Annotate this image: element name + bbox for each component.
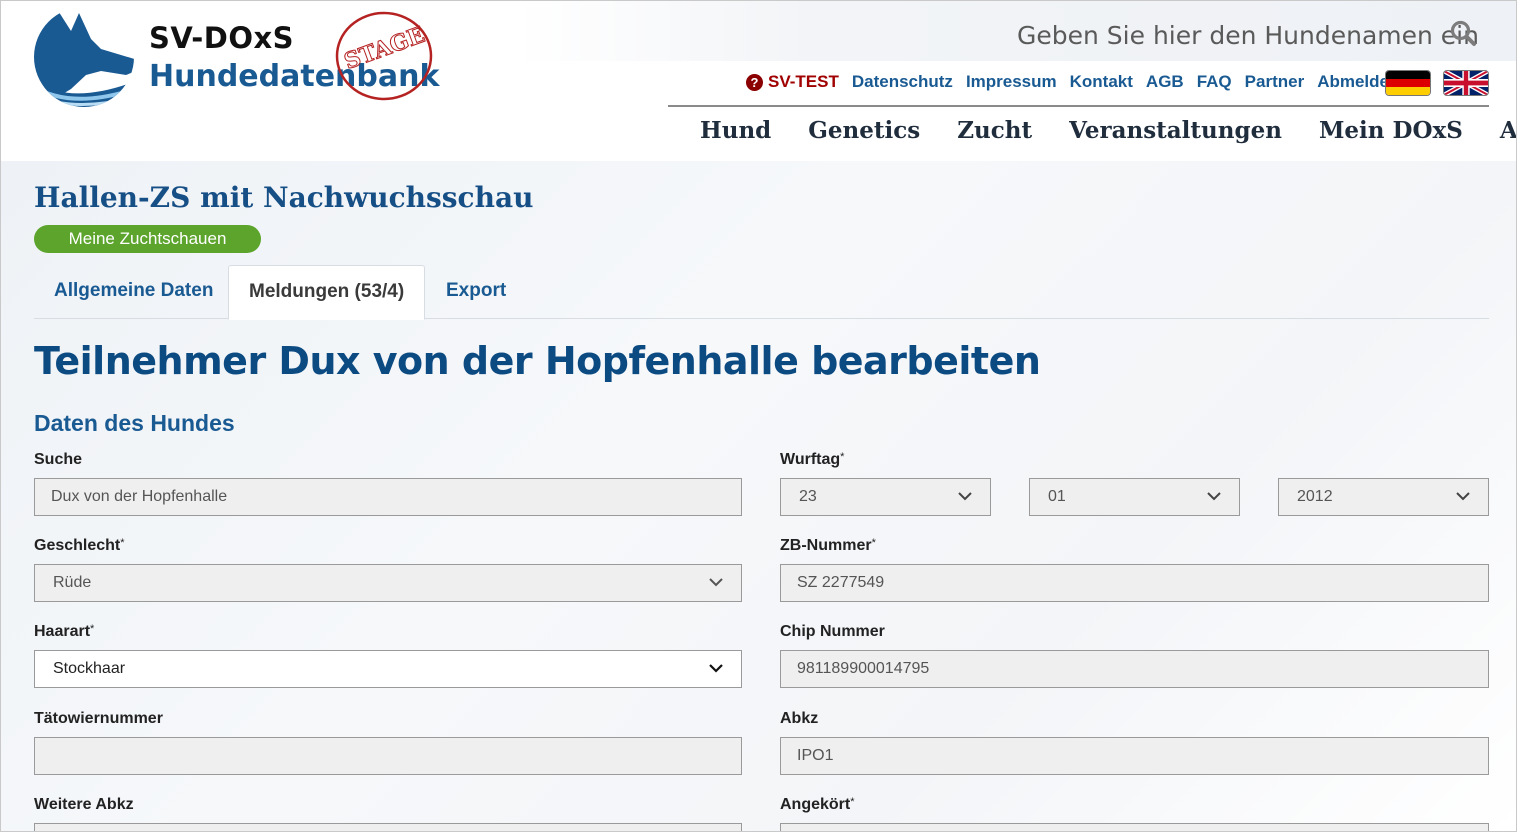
wurftag-day-value: 23 (799, 488, 817, 505)
stage-stamp-icon: STAGE (335, 11, 433, 101)
weitere-abkz-input[interactable] (34, 823, 742, 831)
dog-head-logo-icon (34, 9, 134, 107)
german-flag-icon[interactable] (1386, 71, 1430, 95)
question-icon: ? (746, 73, 763, 91)
weitere-abkz-label: Weitere Abkz (34, 796, 134, 813)
chip-nummer-label: Chip Nummer (780, 623, 885, 640)
tab-bar: Allgemeine Daten Meldungen (53/4) Export (34, 265, 1489, 320)
wurftag-label: Wurftag* (780, 451, 845, 468)
browser-viewport: SV-DOxS Hundedatenbank STAGE Geben Sie h… (0, 0, 1517, 832)
geschlecht-select[interactable]: Rüde (34, 564, 742, 602)
sv-test-link[interactable]: ? SV-TEST (746, 72, 839, 92)
wurftag-day-select[interactable]: 23 (780, 478, 991, 516)
zb-nummer-label: ZB-Nummer* (780, 537, 876, 554)
suche-label: Suche (34, 451, 83, 468)
wurftag-month-select[interactable]: 01 (1029, 478, 1240, 516)
angekoert-select[interactable] (780, 823, 1489, 831)
haarart-label: Haarart* (34, 623, 95, 640)
chevron-down-icon (709, 664, 723, 673)
nav-hund[interactable]: Hund (700, 117, 771, 144)
section-title: Daten des Hundes (34, 410, 235, 436)
chevron-down-icon (1207, 492, 1221, 501)
nav-veranstaltungen[interactable]: Veranstaltungen (1069, 117, 1282, 144)
chevron-down-icon (709, 578, 723, 587)
geschlecht-label: Geschlecht* (34, 537, 125, 554)
chevron-down-icon (1456, 492, 1470, 501)
site-header: SV-DOxS Hundedatenbank STAGE Geben Sie h… (1, 1, 1516, 161)
zb-nummer-input[interactable]: SZ 2277549 (780, 564, 1489, 602)
page-title: Teilnehmer Dux von der Hopfenhalle bearb… (34, 339, 1041, 383)
datenschutz-link[interactable]: Datenschutz (852, 72, 953, 92)
uk-flag-icon[interactable] (1444, 71, 1488, 95)
geschlecht-value: Rüde (53, 574, 92, 591)
chip-nummer-input[interactable]: 981189900014795 (780, 650, 1489, 688)
main-nav: Hund Genetics Zucht Veranstaltungen Mein… (700, 117, 1516, 144)
tab-meldungen[interactable]: Meldungen (53/4) (228, 265, 426, 320)
tab-export[interactable]: Export (446, 265, 506, 318)
haarart-select[interactable]: Stockhaar (34, 650, 742, 688)
partner-link[interactable]: Partner (1245, 72, 1305, 92)
taetowiernummer-label: Tätowiernummer (34, 710, 163, 727)
abkz-input[interactable]: IPO1 (780, 737, 1489, 775)
faq-link[interactable]: FAQ (1197, 72, 1232, 92)
search-placeholder: Geben Sie hier den Hundenamen ein (1017, 20, 1479, 50)
tab-allgemeine-daten[interactable]: Allgemeine Daten (54, 265, 213, 318)
wurftag-month-value: 01 (1048, 488, 1066, 505)
wurftag-year-value: 2012 (1297, 488, 1333, 505)
sv-test-label: SV-TEST (768, 72, 839, 91)
chevron-down-icon (958, 492, 972, 501)
meine-zuchtschauen-button[interactable]: Meine Zuchtschauen (34, 225, 261, 253)
abkz-label: Abkz (780, 710, 819, 727)
event-title: Hallen-ZS mit Nachwuchsschau (34, 181, 534, 214)
search-icon[interactable] (1449, 19, 1477, 47)
nav-zucht[interactable]: Zucht (957, 117, 1032, 144)
site-logo[interactable]: SV-DOxS Hundedatenbank STAGE (31, 9, 451, 109)
haarart-value: Stockhaar (53, 660, 126, 677)
main-content: Hallen-ZS mit Nachwuchsschau Meine Zucht… (1, 161, 1516, 831)
wurftag-year-select[interactable]: 2012 (1278, 478, 1489, 516)
impressum-link[interactable]: Impressum (966, 72, 1057, 92)
nav-admin[interactable]: Admin (1500, 117, 1516, 144)
kontakt-link[interactable]: Kontakt (1070, 72, 1133, 92)
angekoert-label: Angekört* (780, 796, 855, 813)
header-divider (668, 105, 1489, 107)
logo-title: SV-DOxS (149, 21, 295, 55)
taetowiernummer-input[interactable] (34, 737, 742, 775)
suche-input[interactable]: Dux von der Hopfenhalle (34, 478, 742, 516)
nav-mein-doxs[interactable]: Mein DOxS (1319, 117, 1463, 144)
utility-nav: ? SV-TEST Datenschutz Impressum Kontakt … (746, 71, 1412, 93)
nav-genetics[interactable]: Genetics (808, 117, 920, 144)
dog-search-input[interactable]: Geben Sie hier den Hundenamen ein (1017, 17, 1479, 53)
agb-link[interactable]: AGB (1146, 72, 1184, 92)
stamp-text: STAGE (341, 22, 429, 75)
